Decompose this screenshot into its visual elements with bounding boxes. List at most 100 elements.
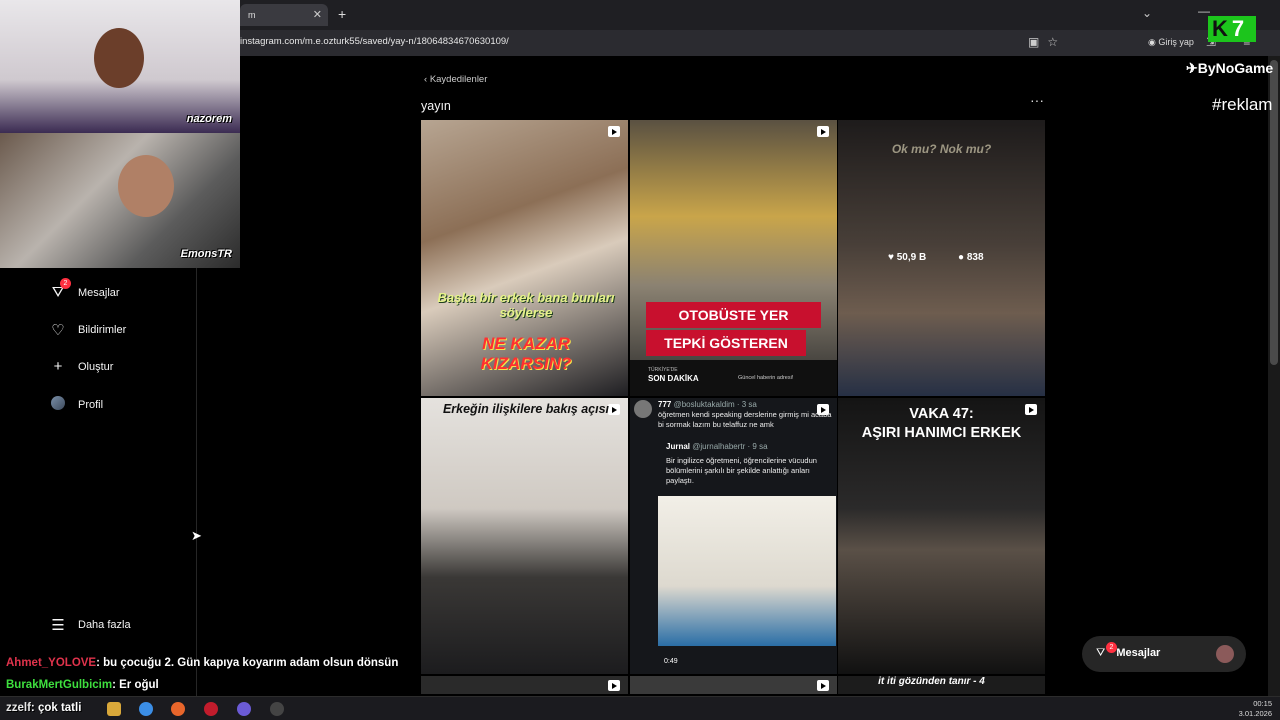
sponsor-logo: ✈ByNoGame: [1186, 60, 1274, 76]
login-button[interactable]: ◉ Giriş yap: [1148, 37, 1194, 48]
avatar: [634, 400, 652, 418]
saved-post-9[interactable]: it iti gözünden tanır - 4: [838, 676, 1045, 694]
floating-messages-button[interactable]: ⛛ 2 Mesajlar: [1082, 636, 1246, 672]
saved-post-3[interactable]: Ok mu? Nok mu? ♥ 50,9 B ● 838: [838, 120, 1045, 396]
quote-user: Jurnal: [666, 442, 691, 451]
chat-message: BurakMertGulbicim: Er oğul: [6, 679, 159, 691]
comments-count: ● 838: [958, 252, 984, 263]
post-caption: VAKA 47:: [909, 406, 974, 422]
post-caption: NE KAZAR KIZARSIN?: [480, 334, 572, 373]
chat-text: : bu çocuğu 2. Gün kapıya koyarım adam o…: [96, 657, 399, 669]
person-head: [118, 155, 174, 217]
sidebar-item-messages[interactable]: ⛛ 2 Mesajlar: [50, 278, 120, 301]
webcam-overlay-1: nazorem: [0, 0, 240, 133]
more-options-icon[interactable]: ···: [1030, 92, 1044, 108]
tweet-user: 777: [658, 400, 672, 409]
tweet-handle: @bosluktakaldim · 3 sa: [673, 400, 757, 409]
file-explorer-icon[interactable]: [107, 702, 121, 716]
webcam-name: EmonsTR: [180, 248, 232, 260]
chevron-down-icon[interactable]: ⌄: [1142, 6, 1152, 20]
post-caption: OTOBÜSTE YER İSTEMEYE: [646, 302, 821, 349]
saved-post-8[interactable]: [630, 676, 837, 694]
sidebar-item-label: Mesajlar: [78, 286, 120, 299]
logo-letter: K: [1212, 16, 1228, 41]
tab-title: m: [248, 10, 256, 20]
opera-icon[interactable]: [204, 702, 218, 716]
clock-date: 3.01.2026: [1238, 709, 1272, 718]
post-caption: Erkeğin ilişkilere bakış açısı: [442, 402, 610, 416]
quote-handle: @jurnalhabertr · 9 sa: [692, 442, 768, 451]
news-logo: SON DAKİKA: [648, 374, 699, 383]
saved-post-2[interactable]: OTOBÜSTE YER İSTEMEYE TEPKİ GÖSTEREN GEN…: [630, 120, 837, 396]
sidebar-item-label: Profil: [78, 399, 104, 411]
sidebar-item-label: Bildirimler: [78, 324, 127, 336]
comments-value: 838: [966, 252, 984, 263]
avatar: [50, 396, 66, 414]
ad-tag: #reklam: [1212, 95, 1273, 114]
collection-title: yayın: [421, 99, 451, 113]
chat-message: Ahmet_YOLOVE: bu çocuğu 2. Gün kapıya ko…: [6, 657, 398, 669]
back-label: Kaydedilenler: [429, 74, 488, 85]
tweet-text: öğretmen kendi speaking derslerine girmi…: [658, 410, 832, 429]
likes-count: ♥ 50,9 B: [888, 252, 927, 263]
chat-text: : çok tatli: [30, 702, 82, 714]
sidebar-item-profile[interactable]: Profil: [50, 396, 103, 414]
post-caption: Başka bir erkek bana bunları söylerse: [437, 290, 615, 320]
discord-icon[interactable]: [237, 702, 251, 716]
chat-message: zzelf: çok tatli: [6, 702, 81, 714]
firefox-icon[interactable]: [171, 702, 185, 716]
messages-label: Mesajlar: [1116, 647, 1161, 659]
tweet-header: 777 @bosluktakaldim · 3 sa: [658, 400, 757, 409]
login-label: Giriş yap: [1158, 37, 1194, 47]
sidebar-item-more[interactable]: ☰ Daha fazla: [50, 616, 131, 634]
reel-icon: [817, 126, 829, 137]
saved-post-1[interactable]: Başka bir erkek bana bunları söylerse NE…: [421, 120, 628, 396]
menu-icon: ☰: [51, 617, 65, 634]
messenger-icon: ⛛: [1096, 647, 1106, 659]
video-duration: 0:49: [664, 658, 678, 665]
system-clock: 00:15 3.01.2026: [1239, 699, 1272, 719]
clock-time: 00:15: [1253, 699, 1272, 708]
logo-number: 7: [1231, 16, 1245, 41]
bookmark-icon[interactable]: ▣☆: [1028, 35, 1066, 49]
footer-top-text: TÜRKİYE'DE: [648, 367, 678, 373]
saved-post-6[interactable]: VAKA 47: AŞIRI HANIMCI ERKEK: [838, 398, 1045, 674]
sidebar-item-label: Daha fazla: [78, 619, 131, 631]
notification-badge: 2: [60, 278, 71, 289]
post-caption: it iti gözünden tanır - 4: [878, 676, 985, 687]
back-link[interactable]: ‹ Kaydedilenler: [424, 74, 487, 85]
chrome-icon[interactable]: [139, 702, 153, 716]
notification-badge: 2: [1106, 642, 1117, 653]
channel-logo: K7: [1208, 16, 1256, 42]
reel-icon: [608, 680, 620, 691]
chat-user: BurakMertGulbicim: [6, 679, 113, 691]
mouse-cursor-icon: ➤: [191, 528, 202, 543]
reel-icon: [817, 680, 829, 691]
browser-tab[interactable]: m ✕: [240, 4, 328, 26]
reel-icon: [608, 126, 620, 137]
quote-text: Bir ingilizce öğretmeni, öğrencilerine v…: [666, 456, 817, 485]
saved-post-5[interactable]: 777 @bosluktakaldim · 3 sa öğretmen kend…: [630, 398, 837, 674]
sidebar-item-label: Oluştur: [78, 360, 114, 373]
messenger-icon: ⛛ 2: [50, 278, 71, 301]
sponsor-name: ByNoGame: [1197, 60, 1274, 76]
heart-icon: ♡: [51, 322, 65, 339]
person-head: [94, 28, 144, 88]
new-tab-button[interactable]: +: [338, 6, 346, 22]
sidebar-item-create[interactable]: + Oluştur: [50, 358, 114, 375]
post-caption: AŞIRI HANIMCI ERKEK: [861, 425, 1022, 441]
plus-icon: +: [53, 358, 63, 375]
sidebar-item-notifications[interactable]: ♡ Bildirimler: [50, 321, 126, 339]
url-field[interactable]: instagram.com/m.e.ozturk55/saved/yay-n/1…: [240, 36, 509, 47]
post-caption: TEPKİ GÖSTEREN GENÇ: [646, 330, 806, 377]
saved-post-7[interactable]: [421, 676, 628, 694]
saved-post-4[interactable]: Erkeğin ilişkilere bakış açısı: [421, 398, 628, 674]
chat-user: zzelf: [6, 702, 31, 714]
close-tab-icon[interactable]: ✕: [313, 8, 322, 21]
chat-user: Ahmet_YOLOVE: [6, 657, 97, 669]
avatar: [1216, 645, 1234, 663]
obs-icon[interactable]: [270, 702, 284, 716]
classroom-image: [658, 496, 836, 646]
quote-header: Jurnal @jurnalhabertr · 9 sa: [666, 442, 768, 451]
hover-overlay: [838, 120, 1045, 396]
